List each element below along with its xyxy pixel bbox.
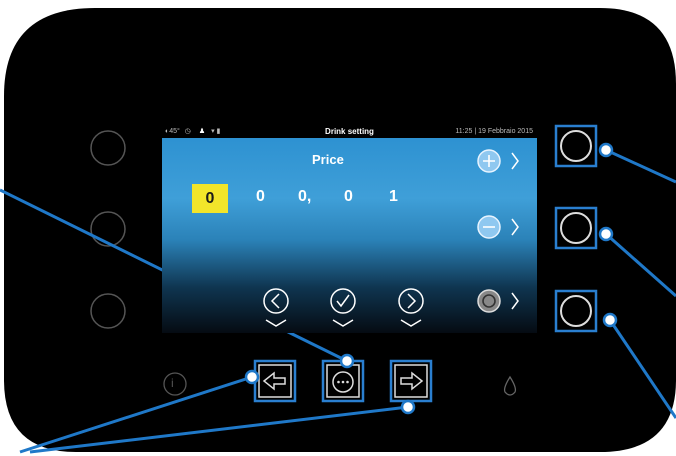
price-label: Price [312, 152, 344, 167]
left-nav-softkey[interactable] [260, 286, 292, 330]
price-digit-1[interactable]: 0 [192, 184, 228, 213]
right-hw-button-1[interactable] [554, 124, 598, 168]
price-digit-3[interactable]: 0, [298, 188, 311, 206]
right-nav-softkey[interactable] [395, 286, 427, 330]
right-arrow-button[interactable] [389, 359, 433, 403]
price-digit-5[interactable]: 1 [389, 188, 398, 206]
datetime-label: 11:25 | 19 Febbraio 2015 [455, 128, 533, 135]
status-bar: ◐45° ◷ ♟ ▾ ▮ Drink setting 11:25 | 19 Fe… [162, 126, 537, 138]
minus-softkey[interactable] [472, 212, 527, 242]
price-digit-4[interactable]: 0 [344, 188, 353, 206]
reset-softkey[interactable] [472, 286, 527, 316]
display-screen: ◐45° ◷ ♟ ▾ ▮ Drink setting 11:25 | 19 Fe… [162, 126, 537, 333]
right-hw-button-3[interactable] [554, 289, 598, 333]
right-hw-button-2[interactable] [554, 206, 598, 250]
confirm-softkey[interactable] [327, 286, 359, 330]
info-label: i [171, 376, 174, 390]
left-arrow-button[interactable] [253, 359, 297, 403]
price-digit-2[interactable]: 0 [256, 188, 265, 206]
plus-softkey[interactable] [472, 146, 527, 176]
